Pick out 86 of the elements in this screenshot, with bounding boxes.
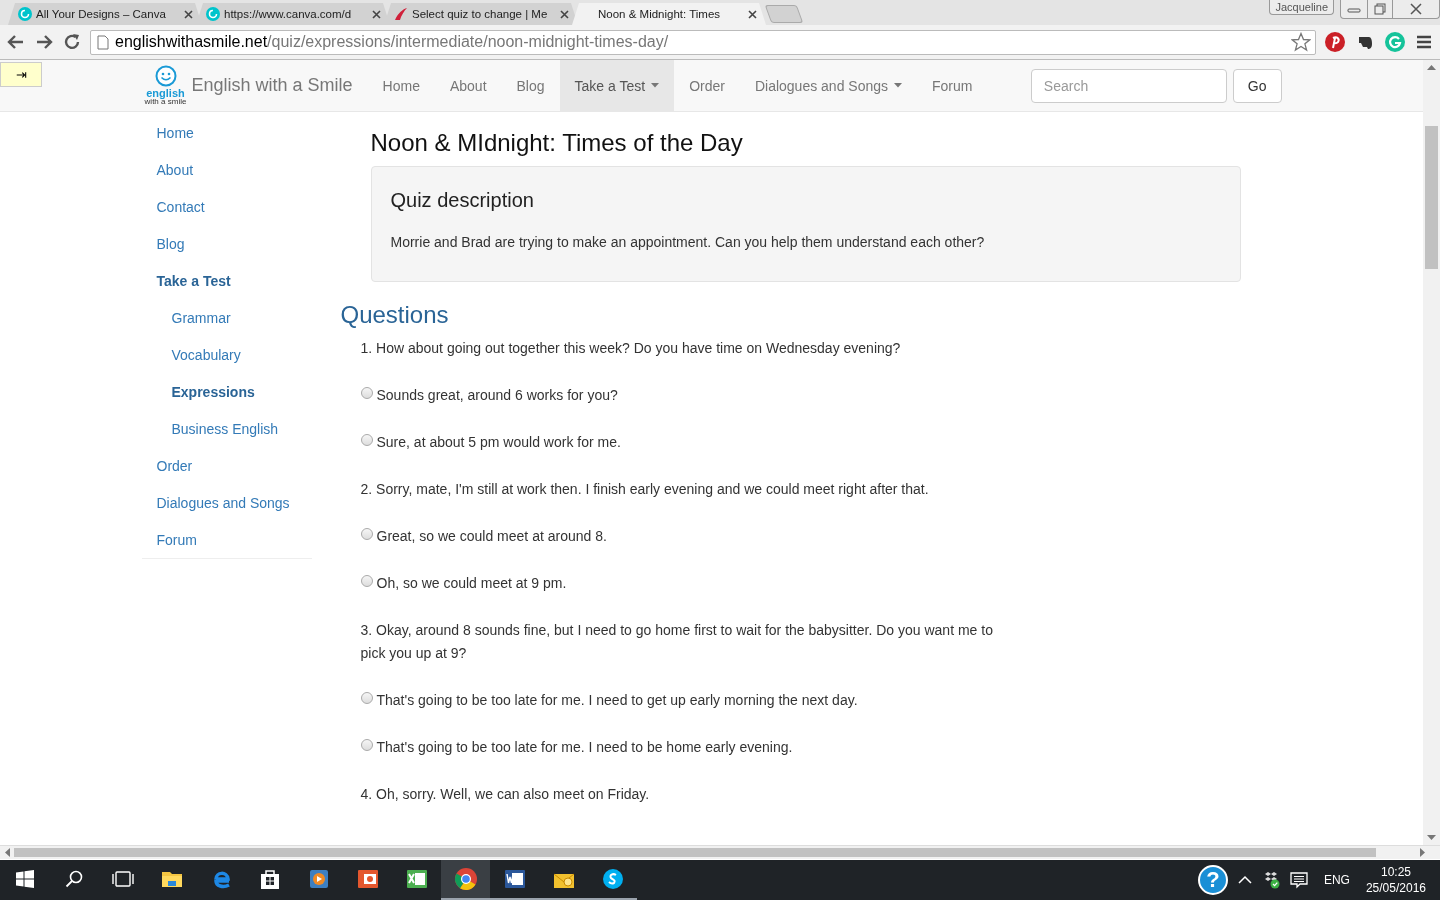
radio-button[interactable] — [360, 527, 373, 540]
sidebar-link[interactable]: About — [141, 151, 209, 188]
page-title: Noon & MIdnight: Times of the Day — [370, 129, 744, 157]
play-icon — [307, 868, 330, 890]
vertical-scrollbar[interactable] — [1423, 60, 1440, 845]
option-label[interactable]: Great, so we could meet at around 8. — [376, 525, 607, 548]
nav-link[interactable]: Home — [367, 60, 435, 111]
notification-icon[interactable] — [1289, 871, 1308, 889]
browser-icon — [453, 867, 478, 891]
question-text: 4. Oh, sorry. Well, we can also meet on Friday. — [360, 785, 651, 804]
site-brand-link[interactable]: English with a Smile — [189, 60, 368, 111]
task-view-icon — [111, 871, 134, 887]
search-field[interactable]: Search — [1030, 68, 1227, 103]
radio-button[interactable] — [360, 386, 373, 399]
sidebar-link[interactable]: Grammar — [141, 299, 246, 336]
scroll-down-icon — [1427, 835, 1436, 841]
sidebar-link[interactable]: Take a Test — [141, 262, 246, 299]
help-button[interactable]: ? — [1197, 865, 1228, 895]
horizontal-scrollbar[interactable] — [0, 845, 1440, 859]
radio-button[interactable] — [360, 738, 373, 751]
smiley-icon — [154, 65, 177, 87]
star-icon[interactable] — [1291, 32, 1311, 52]
clock[interactable]: 10:25 25/05/2016 — [1365, 864, 1426, 896]
circle-logo-icon — [206, 7, 220, 21]
question-text: 3. Okay, around 8 sounds fine, but I need to go home first to wait for the babysitter. Do you want me to pick you up at 9? — [360, 621, 994, 663]
sidebar-link[interactable]: Blog — [141, 225, 200, 262]
nav-link[interactable]: Take a Test — [559, 60, 675, 111]
chevron-up-icon[interactable] — [1237, 875, 1252, 885]
logo-text: english — [146, 88, 185, 98]
logo-tagline: with a smile — [144, 98, 187, 106]
nav-link[interactable]: About — [434, 60, 502, 111]
close-icon[interactable] — [560, 9, 569, 19]
section-heading: Questions — [340, 301, 450, 329]
radio-button[interactable] — [360, 691, 373, 704]
question-text: 1. How about going out together this week? Do you have time on Wednesday evening? — [360, 339, 902, 358]
sidebar-toggle-button[interactable]: ⇥ — [0, 62, 42, 87]
panel-heading: Quiz description — [390, 188, 535, 212]
option-label[interactable]: That's going to be too late for me. I need to be home early evening. — [376, 736, 793, 759]
option-label[interactable]: Sure, at about 5 pm would work for me. — [376, 431, 621, 454]
radio-button[interactable] — [360, 433, 373, 446]
sidebar-link[interactable]: Order — [141, 447, 208, 484]
scrollbar-thumb[interactable] — [1425, 126, 1438, 269]
profile-button[interactable]: Jacqueline — [1269, 0, 1334, 15]
go-button[interactable]: Go — [1232, 68, 1282, 103]
reload-icon[interactable] — [62, 32, 82, 52]
windows-logo-icon — [15, 870, 34, 888]
nav-link[interactable]: Order — [674, 60, 740, 111]
sidebar-link[interactable]: Vocabulary — [141, 336, 256, 373]
nav-link[interactable]: Blog — [501, 60, 560, 111]
search-icon — [64, 870, 83, 888]
presentation-icon — [355, 868, 380, 890]
question-text: 2. Sorry, mate, I'm still at work then. I finish early evening and we could meet right after that. — [360, 480, 930, 499]
close-icon[interactable] — [184, 9, 193, 19]
nav-link[interactable]: Dialogues and Songs — [739, 60, 918, 111]
spreadsheet-icon — [404, 868, 429, 890]
scrollbar-thumb[interactable] — [14, 848, 1376, 857]
url-text: englishwithasmile.net/quiz/expressions/intermediate/noon-midnight-times-day/ — [115, 33, 670, 51]
sidebar-link[interactable]: Contact — [141, 188, 220, 225]
language-indicator[interactable]: ENG — [1323, 873, 1350, 887]
chat-icon — [601, 868, 624, 890]
sidebar-link[interactable]: Business English — [141, 410, 294, 447]
sidebar-link[interactable]: Home — [141, 114, 209, 151]
document-icon — [502, 868, 527, 890]
shopping-bag-icon — [258, 868, 281, 890]
close-icon[interactable] — [748, 9, 757, 19]
option-label[interactable]: That's going to be too late for me. I need to get up early morning the next day. — [376, 689, 858, 712]
circle-logo-icon — [18, 7, 32, 21]
scroll-left-icon — [4, 848, 10, 857]
pin-icon[interactable] — [1324, 31, 1346, 53]
description-text: Morrie and Brad are trying to make an appointment. Can you help them understand each other? — [390, 233, 986, 252]
folder-icon — [160, 869, 183, 889]
option-label[interactable]: Sounds great, around 6 works for you? — [376, 384, 618, 407]
sidebar-link[interactable]: Forum — [141, 521, 212, 558]
scroll-right-icon — [1420, 848, 1426, 857]
page-icon — [97, 34, 109, 50]
scroll-up-icon — [1427, 64, 1436, 70]
browser-tab[interactable]: Noon & Midnight: Times — [572, 3, 766, 25]
address-bar[interactable]: englishwithasmile.net/quiz/expressions/intermediate/noon-midnight-times-day/ — [90, 29, 1316, 55]
close-icon[interactable] — [372, 9, 381, 19]
swoosh-icon — [394, 7, 408, 21]
option-label[interactable]: Oh, so we could meet at 9 pm. — [376, 572, 567, 595]
nav-link[interactable]: Forum — [917, 60, 988, 111]
sidebar-link[interactable]: Dialogues and Songs — [141, 484, 305, 521]
sidebar-link[interactable]: Expressions — [141, 373, 270, 410]
radio-button[interactable] — [360, 574, 373, 587]
taskbar-button[interactable] — [441, 860, 490, 900]
